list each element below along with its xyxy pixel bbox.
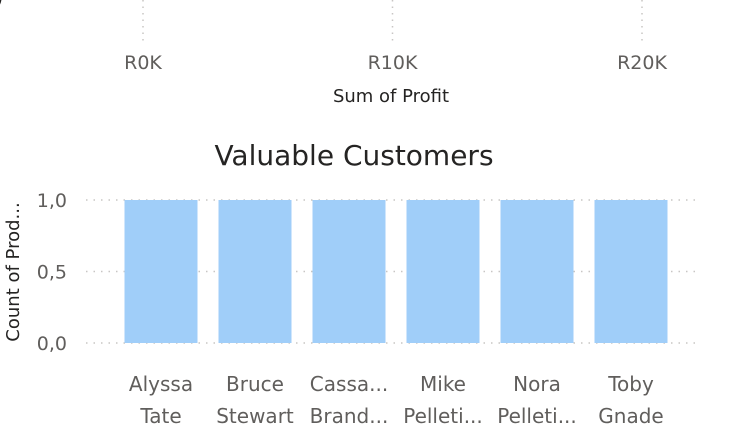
chart-title: Valuable Customers [214, 139, 493, 172]
profit-chart-gridlines [142, 0, 643, 44]
y-tick-label: 0,5 [37, 262, 67, 284]
bar[interactable] [124, 200, 198, 343]
y-axis-ticks: 1,0 0,5 0,0 [37, 190, 67, 355]
y-axis-title: Count of Prod... [3, 202, 24, 341]
profit-chart-x-axis-title: Sum of Profit [333, 86, 449, 107]
profit-chart: ) R0K R10K R20K Sum of Profit [0, 0, 667, 107]
profit-x-tick-label: R0K [124, 52, 162, 74]
profit-x-tick-label: R20K [617, 52, 667, 74]
bar[interactable] [406, 200, 480, 343]
category-label: Bruce [226, 372, 284, 396]
category-label: Cassa... [310, 372, 388, 396]
category-label: Stewart [216, 404, 294, 428]
bar[interactable] [500, 200, 574, 343]
category-label: Toby [607, 372, 654, 396]
y-tick-label: 0,0 [37, 333, 67, 355]
bars [124, 200, 668, 343]
category-label: Nora [513, 372, 561, 396]
category-label: Gnade [598, 404, 663, 428]
category-label: Tate [139, 404, 181, 428]
profit-chart-x-ticks: R0K R10K R20K [124, 52, 667, 74]
report-canvas: ) R0K R10K R20K Sum of Profit Valuable Cus… [0, 0, 700, 428]
bar[interactable] [594, 200, 668, 343]
bar[interactable] [218, 200, 292, 343]
clipped-axis-fragment: ) [0, 0, 3, 9]
valuable-customers-chart[interactable]: Valuable Customers Count of Prod... 1,0 0… [3, 139, 700, 428]
profit-x-tick-label: R10K [368, 52, 418, 74]
y-tick-label: 1,0 [37, 190, 67, 212]
category-label: Pelleti... [403, 404, 483, 428]
category-label: Pelleti... [497, 404, 577, 428]
category-label: Alyssa [129, 372, 193, 396]
category-label: Mike [420, 372, 466, 396]
bar[interactable] [312, 200, 386, 343]
x-axis-categories: Alyssa Tate Bruce Stewart Cassa... Brand... Mi… [129, 372, 664, 428]
category-label: Brand... [310, 404, 389, 428]
